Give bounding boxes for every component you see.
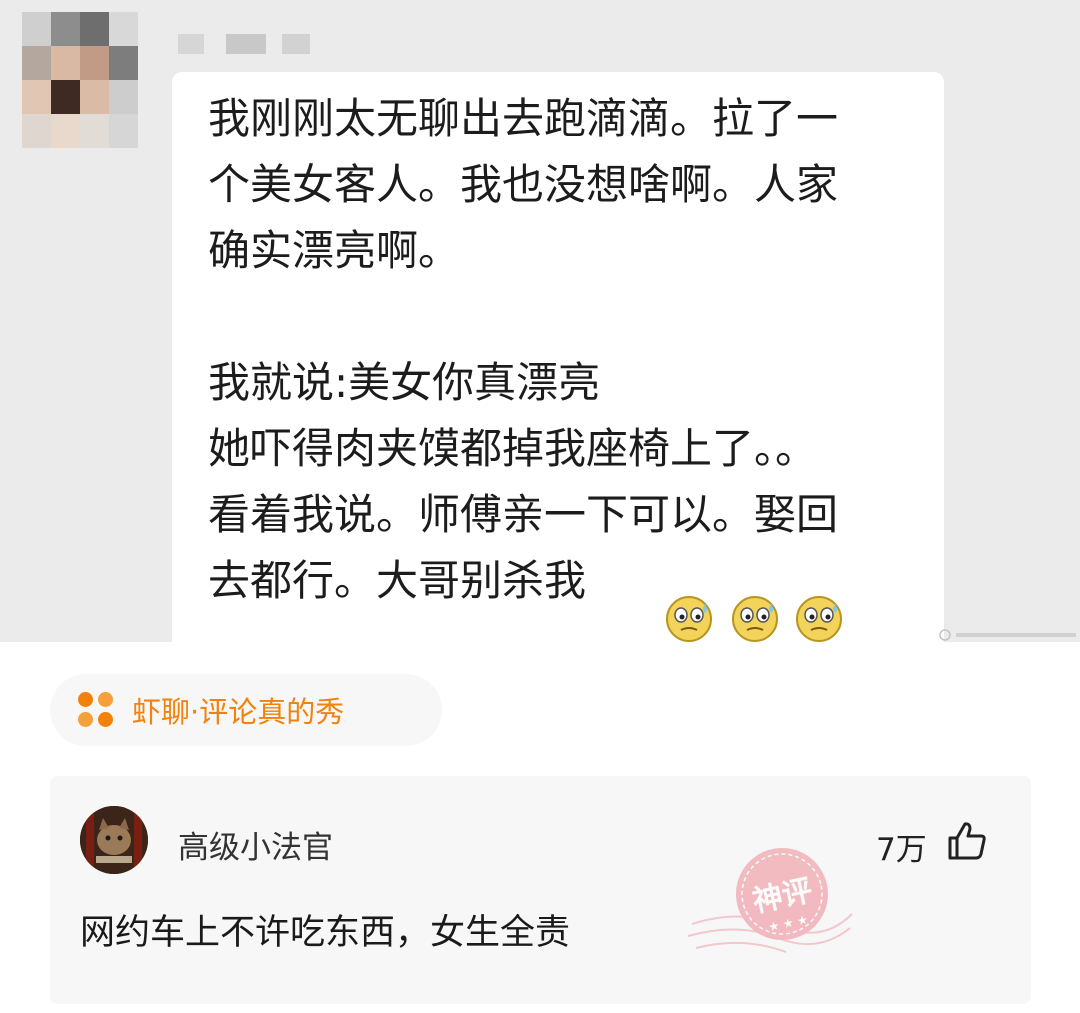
- chat-line: 确实漂亮啊。: [208, 226, 461, 275]
- comment-card: 高级小法官 神评 ★ ★ ★ 7万 网约车上不许吃东西，女生全责: [50, 776, 1031, 1004]
- source-tag[interactable]: 虾聊·评论真的秀: [50, 674, 442, 746]
- avatar[interactable]: [80, 806, 148, 874]
- chat-line: 她吓得肉夹馍都掉我座椅上了。。: [208, 424, 818, 473]
- emoji-row: [664, 594, 854, 642]
- chat-line-gap: [208, 284, 938, 350]
- chat-message: 我刚刚太无聊出去跑滴滴。拉了一 个美女客人。我也没想啥啊。人家 确实漂亮啊。 我…: [208, 86, 938, 614]
- four-dots-icon: [78, 692, 114, 728]
- blurred-avatar: [22, 12, 138, 148]
- blurred-username: [178, 34, 338, 54]
- source-label: 虾聊·评论真的秀: [132, 695, 345, 729]
- chat-screenshot-image: 我刚刚太无聊出去跑滴滴。拉了一 个美女客人。我也没想啥啊。人家 确实漂亮啊。 我…: [0, 0, 1080, 642]
- chat-line: 我刚刚太无聊出去跑滴滴。拉了一: [208, 94, 839, 143]
- sweat-face-icon: [796, 596, 842, 642]
- weibo-watermark: [939, 629, 1076, 641]
- sweat-face-icon: [732, 596, 778, 642]
- like-count: 7万: [876, 832, 927, 868]
- comment-text: 网约车上不许吃东西，女生全责: [80, 913, 571, 953]
- chat-line: 我就说:美女你真漂亮: [208, 358, 601, 407]
- sweat-face-icon: [666, 596, 712, 642]
- chat-line: 个美女客人。我也没想啥啊。人家: [208, 160, 839, 209]
- hot-comment-stamp: 神评 ★ ★ ★: [687, 848, 853, 953]
- chat-line: 看着我说。师傅亲一下可以。娶回: [208, 490, 839, 539]
- username[interactable]: 高级小法官: [178, 822, 333, 867]
- thumbs-up-icon[interactable]: [946, 820, 988, 862]
